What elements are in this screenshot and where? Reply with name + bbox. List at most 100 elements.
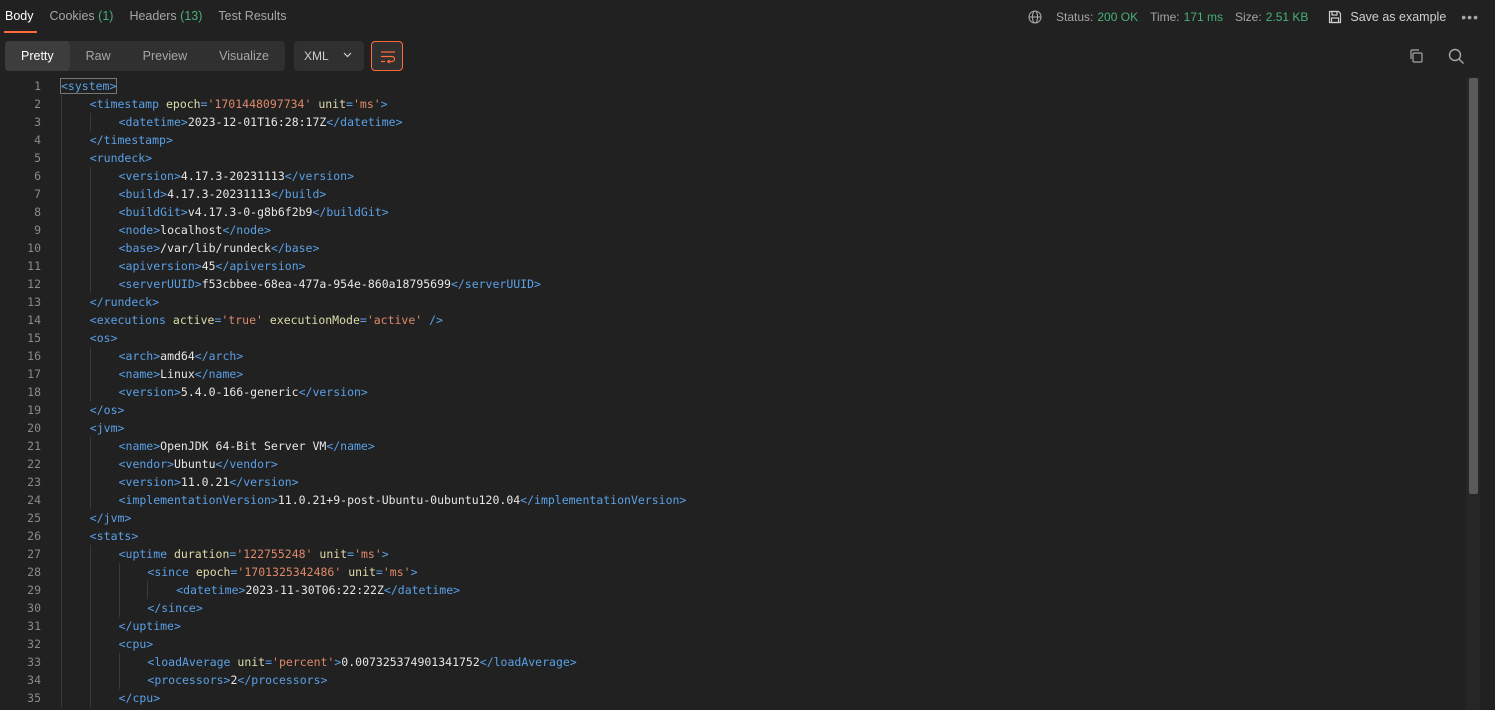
indent-guide — [61, 365, 62, 383]
code-line: 18 <version>5.4.0-166-generic</version> — [0, 383, 1466, 401]
indent-guide — [61, 563, 62, 581]
code-token: </base> — [270, 241, 320, 255]
code-line: 13 </rundeck> — [0, 293, 1466, 311]
line-number: 2 — [34, 97, 41, 111]
copy-icon[interactable] — [1408, 48, 1424, 67]
indent-guide — [61, 437, 62, 455]
indent-guide — [89, 365, 91, 383]
code-token: = — [359, 313, 367, 327]
save-icon — [1329, 10, 1342, 24]
code-token: <version> — [118, 475, 181, 489]
code-token: = — [375, 565, 383, 579]
tab-count: (13) — [180, 9, 203, 23]
code-content: <serverUUID>f53cbbee-68ea-477a-954e-860a… — [119, 275, 541, 293]
code-content: <stats> — [90, 527, 138, 545]
code-token: 'ms' — [382, 565, 411, 579]
tab-label: Body — [5, 9, 34, 23]
code-content: <jvm> — [90, 419, 125, 437]
line-number: 12 — [27, 277, 41, 291]
status-indicator[interactable]: Status: 200 OK — [1056, 10, 1138, 24]
code-content: <name>Linux</name> — [119, 365, 244, 383]
indent-guide — [147, 581, 149, 599]
code-content: </timestamp> — [90, 131, 173, 149]
code-token: 'active' — [366, 313, 423, 327]
code-content: </cpu> — [119, 689, 161, 707]
code-token: <cpu> — [118, 637, 154, 651]
tab-label: Cookies — [49, 9, 95, 23]
wrap-lines-button[interactable] — [371, 41, 403, 71]
indent-guide — [61, 149, 62, 167]
line-number: 34 — [27, 673, 41, 687]
code-token: </vendor> — [215, 457, 278, 471]
tab-test-results[interactable]: Test Results — [210, 0, 294, 34]
code-line: 19 </os> — [0, 401, 1466, 419]
indent-guide — [89, 437, 91, 455]
code-token: </loadAverage> — [479, 655, 577, 669]
indent-guide — [61, 617, 62, 635]
line-number: 27 — [27, 547, 41, 561]
indent-guide — [118, 653, 120, 671]
code-token: <loadAverage — [147, 655, 238, 669]
line-number: 17 — [27, 367, 41, 381]
tab-label: Test Results — [218, 9, 287, 23]
response-status-area: Status: 200 OK Time: 171 ms Size: 2.51 KB S… — [1028, 0, 1495, 34]
indent-guide — [89, 581, 91, 599]
code-token: localhost — [160, 223, 223, 237]
code-token: <apiversion> — [118, 259, 202, 273]
code-line: 17 <name>Linux</name> — [0, 365, 1466, 383]
wrap-lines-icon — [381, 51, 396, 64]
code-token: <rundeck> — [89, 151, 153, 165]
code-content: </uptime> — [119, 617, 181, 635]
line-number: 23 — [27, 475, 41, 489]
view-mode-pretty[interactable]: Pretty — [5, 41, 70, 71]
code-line: 9 <node>localhost</node> — [0, 221, 1466, 239]
tab-body[interactable]: Body — [0, 0, 42, 34]
view-mode-raw[interactable]: Raw — [70, 41, 127, 71]
code-token: <version> — [118, 169, 181, 183]
code-content: <buildGit>v4.17.3-0-g8b6f2b9</buildGit> — [119, 203, 389, 221]
code-token: 0.007325374901341752 — [341, 655, 480, 669]
code-token: </version> — [284, 169, 355, 183]
indent-guide — [89, 257, 91, 275]
size-indicator[interactable]: Size: 2.51 KB — [1235, 10, 1308, 24]
time-indicator[interactable]: Time: 171 ms — [1150, 10, 1223, 24]
line-number: 14 — [27, 313, 41, 327]
code-content: <datetime>2023-11-30T06:22:22Z</datetime… — [176, 581, 460, 599]
indent-guide — [61, 401, 62, 419]
globe-icon[interactable] — [1028, 10, 1042, 24]
format-dropdown[interactable]: XML — [294, 41, 364, 71]
code-line: 35 </cpu> — [0, 689, 1466, 707]
indent-guide — [61, 545, 62, 563]
view-mode-visualize[interactable]: Visualize — [203, 41, 285, 71]
code-token: </node> — [222, 223, 271, 237]
code-token: </build> — [270, 187, 327, 201]
editor-scrollbar-thumb[interactable] — [1469, 78, 1478, 494]
code-content: <version>4.17.3-20231113</version> — [119, 167, 354, 185]
code-token: 'ms' — [352, 97, 381, 111]
indent-guide — [89, 221, 91, 239]
code-line: 12 <serverUUID>f53cbbee-68ea-477a-954e-86… — [0, 275, 1466, 293]
code-token: <build> — [118, 187, 168, 201]
code-token: v4.17.3-0-g8b6f2b9 — [187, 205, 313, 219]
code-line: 6 <version>4.17.3-20231113</version> — [0, 167, 1466, 185]
line-number: 35 — [27, 691, 41, 705]
code-editor[interactable]: 1 <system> 2 <timestamp epoch='170144809773… — [0, 77, 1466, 710]
code-token: <system> — [59, 78, 118, 94]
code-token: <stats> — [89, 529, 139, 543]
line-number: 10 — [27, 241, 41, 255]
save-as-example-button[interactable]: Save as example — [1328, 10, 1446, 24]
code-token: <executions — [89, 313, 173, 327]
line-number: 30 — [27, 601, 41, 615]
code-token: <timestamp — [89, 97, 166, 111]
code-token: <datetime> — [118, 115, 188, 129]
tab-cookies[interactable]: Cookies (1) — [42, 0, 122, 34]
code-line: 33 <loadAverage unit='percent'>0.00732537… — [0, 653, 1466, 671]
more-icon[interactable]: ••• — [1461, 9, 1479, 25]
view-mode-preview[interactable]: Preview — [127, 41, 203, 71]
code-token: </datetime> — [383, 583, 461, 597]
code-token: </jvm> — [89, 511, 132, 525]
response-header-bar: Body Cookies (1) Headers (13) Test Resul… — [0, 0, 1495, 34]
tab-headers[interactable]: Headers (13) — [121, 0, 210, 34]
search-icon[interactable] — [1448, 48, 1465, 68]
indent-guide — [118, 581, 120, 599]
